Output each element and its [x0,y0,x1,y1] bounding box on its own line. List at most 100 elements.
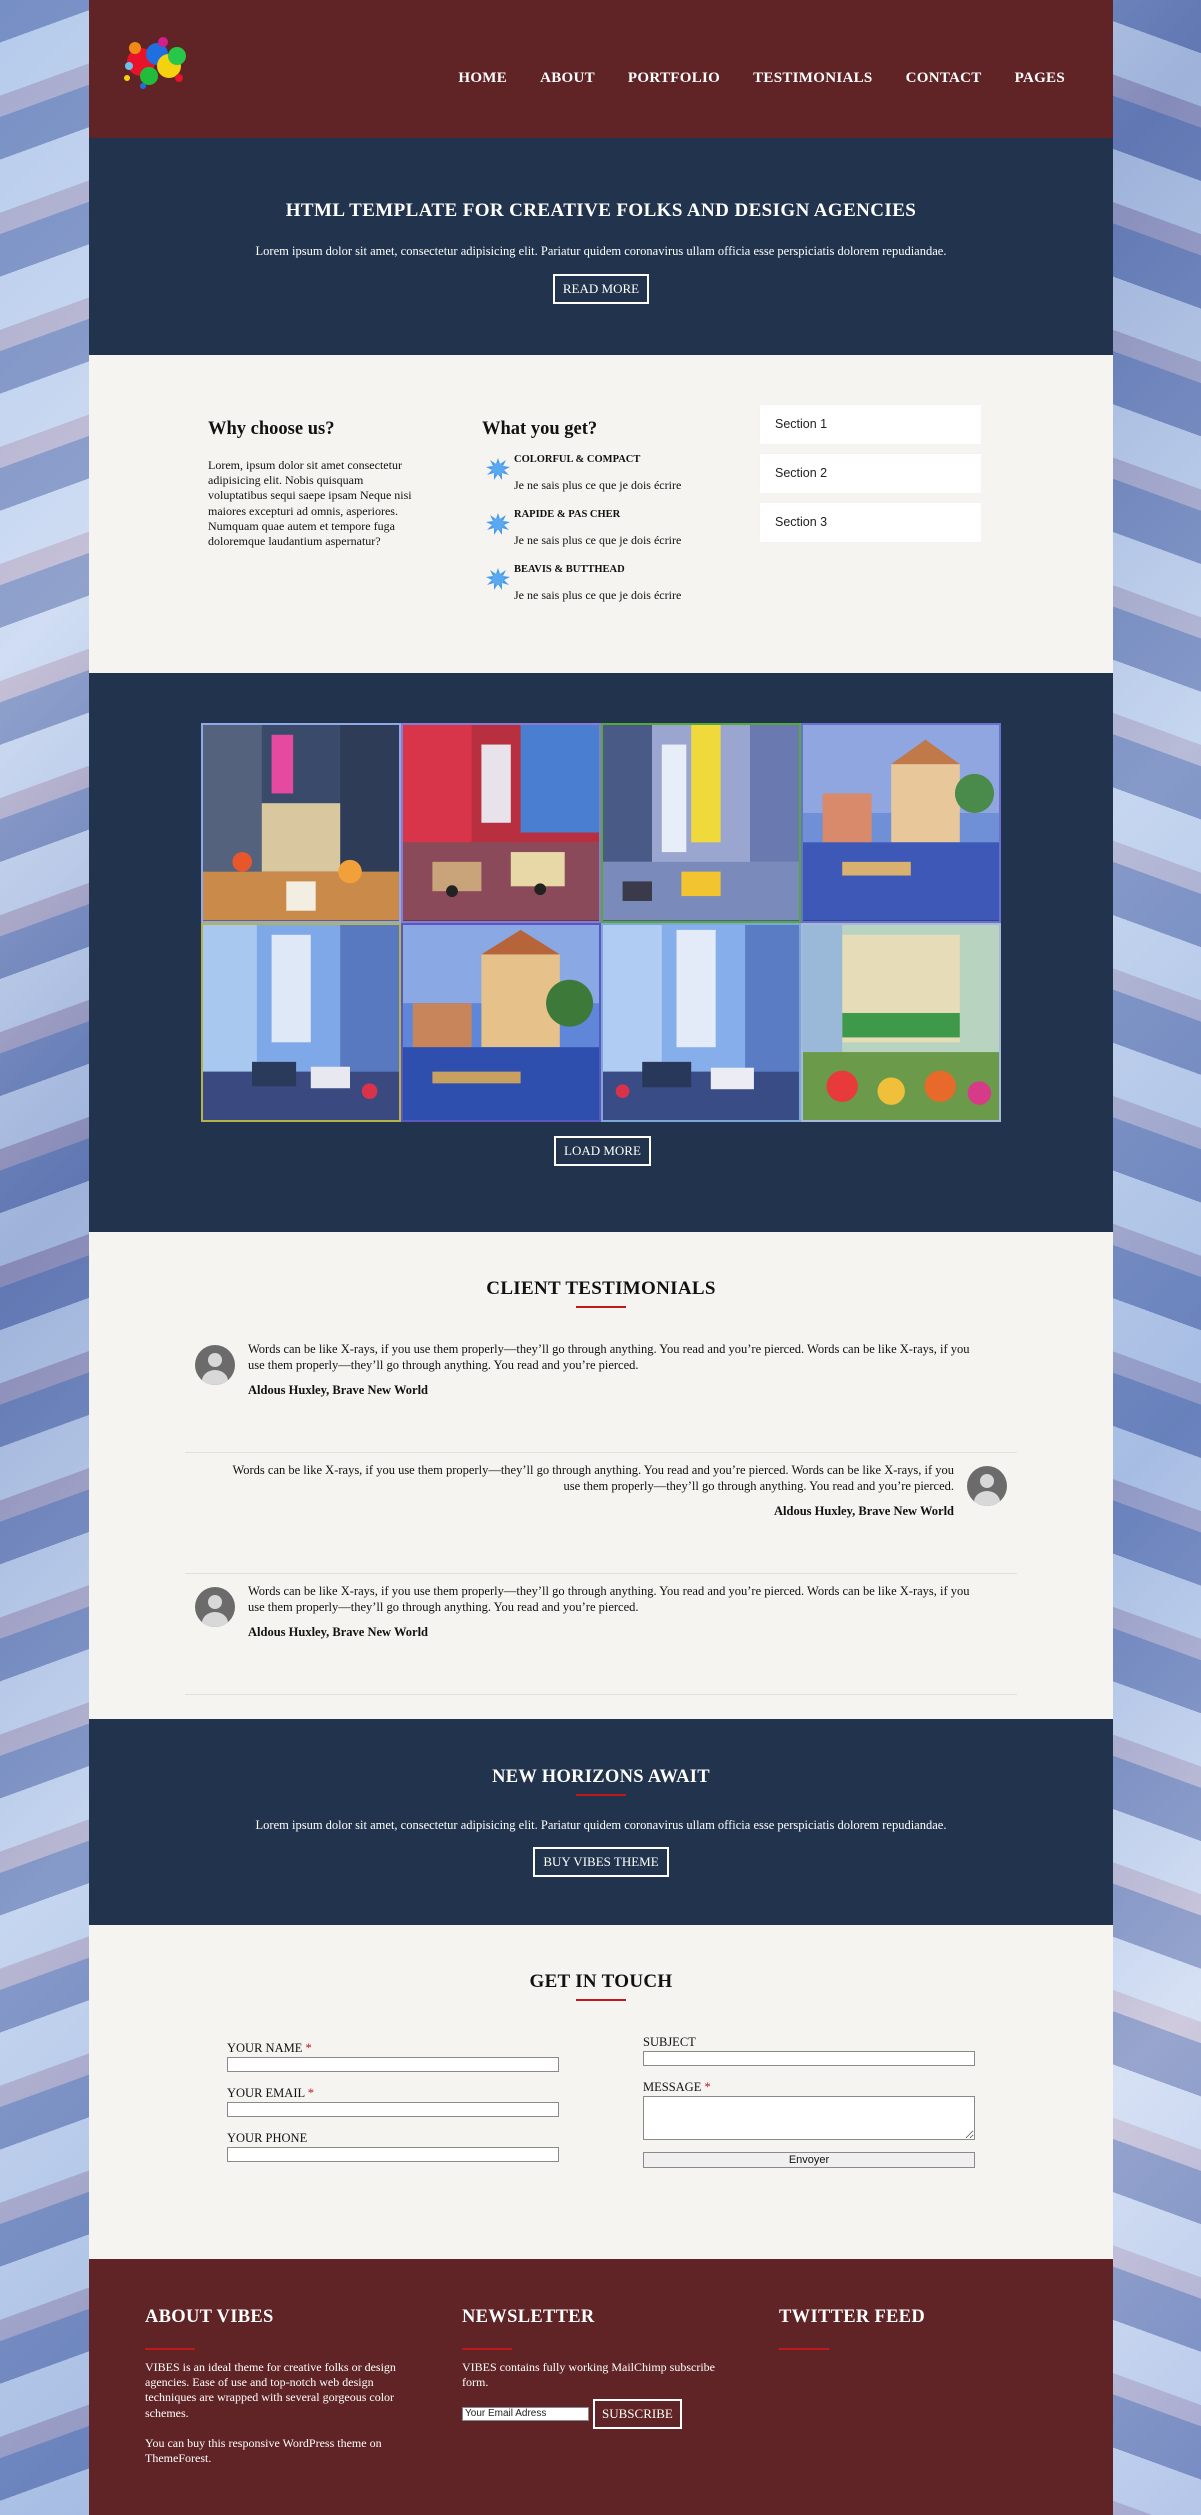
avatar [195,1345,235,1385]
title-underline [576,1794,626,1796]
portfolio-tile[interactable] [801,723,1001,923]
testimonial-quote: Words can be like X-rays, if you use the… [248,1342,970,1372]
site-header: HOME ABOUT PORTFOLIO TESTIMONIALS CONTAC… [89,0,1113,138]
user-silhouette-icon [202,1595,228,1627]
hero-section: HTML TEMPLATE FOR CREATIVE FOLKS AND DES… [89,138,1113,355]
get-title: What you get? [482,419,598,439]
contact-form-left: YOUR NAME * YOUR EMAIL * YOUR PHONE [227,2041,559,2176]
phone-field[interactable] [227,2147,559,2162]
subscribe-button[interactable]: SUBSCRIBE [593,2399,682,2430]
testimonial-author: Aldous Huxley, Brave New World [248,1383,428,1397]
hero-title: HTML TEMPLATE FOR CREATIVE FOLKS AND DES… [285,200,917,221]
nav-testimonials[interactable]: TESTIMONIALS [753,70,872,87]
why-title: Why choose us? [208,419,335,439]
portfolio-section: LOAD MORE [89,673,1113,1232]
nav-home[interactable]: HOME [458,70,507,87]
testimonial-item: Words can be like X-rays, if you use the… [185,1332,1017,1453]
portfolio-grid [201,723,1001,1122]
feature-item: RAPIDE & PAS CHER Je ne sais plus ce que… [482,509,702,548]
newsletter-title: NEWSLETTER [462,2307,595,2327]
portfolio-tile[interactable] [201,723,401,923]
footer-about: ABOUT VIBES VIBES is an ideal theme for … [145,2307,415,2466]
blue-avenue-painting-image [603,924,799,1120]
name-field[interactable] [227,2057,559,2072]
feature-title: BEAVIS & BUTTHEAD [514,564,625,575]
accordion-section-2[interactable]: Section 2 [760,454,981,493]
send-button[interactable]: Envoyer [643,2152,975,2168]
testimonials-section: CLIENT TESTIMONIALS Words can be like X-… [89,1232,1113,1719]
hero-text: Lorem ipsum dolor sit amet, consectetur … [255,244,947,258]
portfolio-tile[interactable] [801,922,1001,1122]
blue-city-traffic-painting-image [203,924,399,1120]
testimonial-item: Words can be like X-rays, if you use the… [185,1453,1017,1574]
email-label: YOUR EMAIL * [227,2086,315,2100]
newsletter-text: VIBES contains fully working MailChimp s… [462,2360,715,2390]
about-title: ABOUT VIBES [145,2307,274,2327]
testimonial-quote: Words can be like X-rays, if you use the… [232,1463,954,1493]
name-label: YOUR NAME * [227,2041,312,2055]
city-street-painting-image [203,725,399,921]
feature-item: COLORFUL & COMPACT Je ne sais plus ce qu… [482,454,702,493]
testimonials-list: Words can be like X-rays, if you use the… [185,1332,1017,1695]
portfolio-tile[interactable] [401,922,601,1122]
title-underline [576,1999,626,2001]
twitter-title: TWITTER FEED [779,2307,925,2327]
nav-contact[interactable]: CONTACT [906,70,982,87]
newsletter-form: Your Email Adress SUBSCRIBE [462,2399,732,2430]
message-label: MESSAGE * [643,2080,711,2094]
page-wrapper: HOME ABOUT PORTFOLIO TESTIMONIALS CONTAC… [89,0,1113,2515]
portfolio-tile[interactable] [201,922,401,1122]
site-footer: ABOUT VIBES VIBES is an ideal theme for … [89,2259,1113,2515]
title-underline [462,2348,512,2350]
portfolio-tile[interactable] [601,922,801,1122]
email-field[interactable] [227,2102,559,2117]
buy-theme-button[interactable]: BUY VIBES THEME [533,1847,669,1877]
paint-splash-logo-icon[interactable] [119,26,191,98]
testimonial-item: Words can be like X-rays, if you use the… [185,1574,1017,1695]
title-underline [779,2348,829,2350]
nav-portfolio[interactable]: PORTFOLIO [628,70,720,87]
feature-title: COLORFUL & COMPACT [514,454,641,465]
avatar [195,1587,235,1627]
newsletter-email-input[interactable]: Your Email Adress [462,2407,589,2422]
main-nav: HOME ABOUT PORTFOLIO TESTIMONIALS CONTAC… [458,70,1065,87]
accordion-section-1[interactable]: Section 1 [760,405,981,444]
load-more-button[interactable]: LOAD MORE [554,1136,651,1166]
background-painting-left [0,0,89,2515]
phone-label: YOUR PHONE [227,2131,308,2145]
about-text: VIBES is an ideal theme for creative fol… [145,2360,396,2420]
user-silhouette-icon [202,1353,228,1385]
feature-desc: Je ne sais plus ce que je dois écrire [514,588,682,602]
testimonial-quote: Words can be like X-rays, if you use the… [248,1584,970,1614]
footer-twitter: TWITTER FEED [779,2307,1049,2350]
harbor-buildings-painting-image [403,924,599,1120]
feature-desc: Je ne sais plus ce que je dois écrire [514,533,682,547]
nav-about[interactable]: ABOUT [540,70,595,87]
avatar [967,1466,1007,1506]
cta-text: Lorem ipsum dolor sit amet, consectetur … [255,1818,947,1832]
red-street-cars-painting-image [403,725,599,921]
testimonial-author: Aldous Huxley, Brave New World [774,1504,954,1518]
cta-title: NEW HORIZONS AWAIT [492,1767,710,1787]
portfolio-tile[interactable] [401,723,601,923]
portfolio-tile[interactable] [601,723,801,923]
accordion-section-3[interactable]: Section 3 [760,503,981,542]
yellow-cab-city-painting-image [603,725,799,921]
what-you-get: What you get? COLORFUL & COMPACT Je ne s… [482,419,702,603]
read-more-button[interactable]: READ MORE [552,274,650,304]
about-text-2: You can buy this responsive WordPress th… [145,2435,382,2466]
cta-section: NEW HORIZONS AWAIT Lorem ipsum dolor sit… [89,1719,1113,1925]
accordion-sections: Section 1 Section 2 Section 3 [760,405,981,552]
testimonials-title: CLIENT TESTIMONIALS [486,1278,716,1299]
user-silhouette-icon [974,1474,1000,1506]
subject-label: SUBJECT [643,2035,696,2049]
blue-splash-icon [486,458,510,480]
feature-item: BEAVIS & BUTTHEAD Je ne sais plus ce que… [482,564,702,603]
subject-field[interactable] [643,2051,975,2066]
features-section: Why choose us? Lorem, ipsum dolor sit am… [89,355,1113,673]
blue-splash-icon [486,513,510,535]
title-underline [145,2348,195,2350]
why-choose-us: Why choose us? Lorem, ipsum dolor sit am… [208,419,420,549]
nav-pages[interactable]: PAGES [1015,70,1065,87]
message-field[interactable] [643,2096,975,2140]
